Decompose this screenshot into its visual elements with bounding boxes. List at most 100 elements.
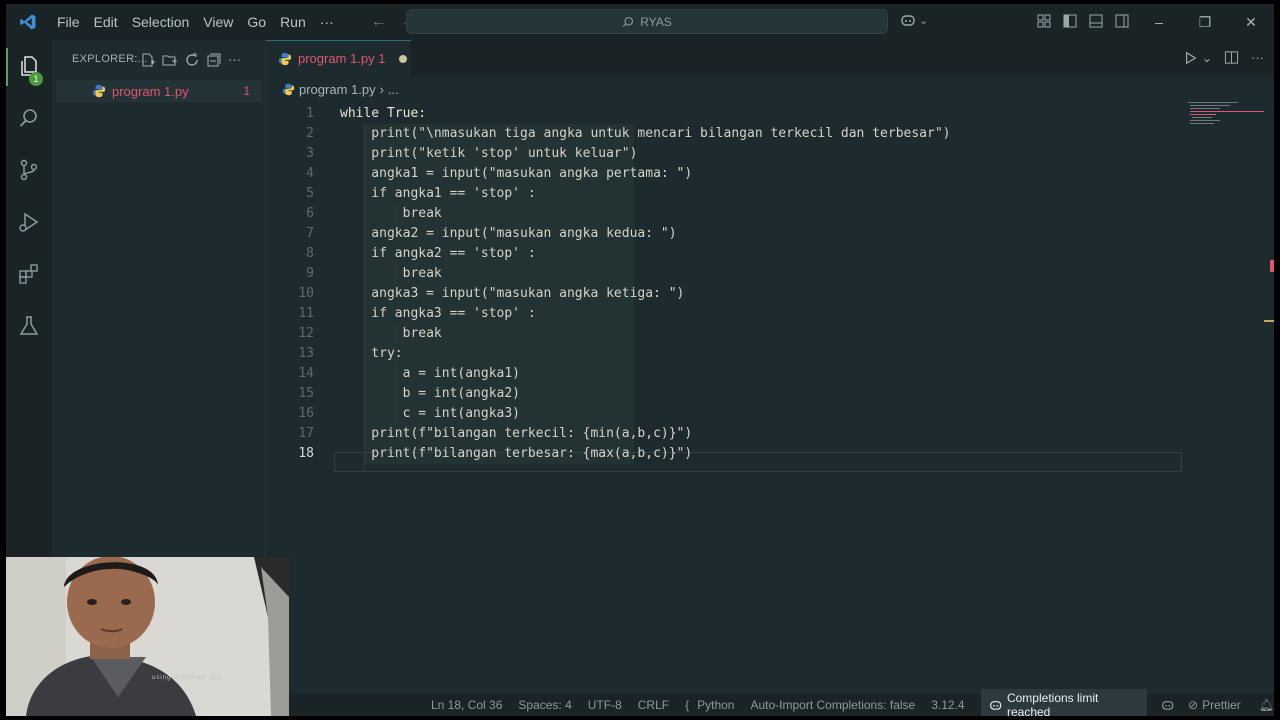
minimap[interactable] [1186,100,1266,140]
explorer-actions: ··· [140,52,241,68]
toggle-panel-icon[interactable] [1088,13,1104,29]
toggle-sidebar-icon[interactable] [1062,13,1078,29]
file-item-program-1-py[interactable]: program 1.py 1 [56,80,262,102]
menu-run[interactable]: Run [273,14,313,30]
minimize-icon[interactable]: – [1136,12,1182,32]
source-control-icon[interactable] [17,158,41,182]
completions-label: Completions limit reached [1006,691,1099,716]
chevron-down-icon[interactable]: ⌄ [1202,51,1212,65]
code-text: b = int(angka2) [340,386,521,401]
notifications-bell-icon[interactable]: 🔔︎ [1259,698,1274,712]
line-number: 11 [298,306,314,321]
run-python-file-icon[interactable] [1184,51,1198,65]
problem-count-badge: 1 [243,84,250,98]
code-line: 9 break [266,264,1274,284]
more-actions-icon[interactable]: ··· [1251,50,1264,65]
code-line: 8 if angka2 == 'stop' : [266,244,1274,264]
testing-icon[interactable] [17,314,41,338]
line-number: 15 [298,386,314,401]
breadcrumb-file[interactable]: program 1.py [299,82,376,97]
code-text: print(f"bilangan terkecil: {min(a,b,c)}"… [340,426,693,441]
indentation[interactable]: Spaces: 4 [518,698,571,712]
breadcrumb-symbol[interactable]: ... [388,82,399,97]
code-line: 2 print("\nmasukan tiga angka untuk menc… [266,124,1274,144]
code-line: 14 a = int(angka1) [266,364,1274,384]
copilot-status-icon[interactable] [1161,698,1174,712]
tab-program-1-py[interactable]: program 1.py 1 [266,40,411,76]
extensions-icon[interactable] [17,262,41,286]
back-arrow-icon[interactable]: ← [371,13,387,31]
toggle-secondary-sidebar-icon[interactable] [1114,13,1130,29]
menu-bar: File Edit Selection View Go Run ··· [50,14,341,30]
title-bar: File Edit Selection View Go Run ··· ← → … [6,4,1274,40]
line-number: 10 [298,286,314,301]
code-text: print(f"bilangan terbesar: {max(a,b,c)}"… [340,446,693,461]
line-number: 4 [306,166,314,181]
explorer-badge: 1 [29,72,43,86]
menu-file[interactable]: File [50,14,87,30]
layout-controls [1036,13,1130,29]
cursor-position[interactable]: Ln 18, Col 36 [431,698,502,712]
line-number: 6 [306,206,314,221]
menu-view[interactable]: View [196,14,240,30]
close-icon[interactable]: ✕ [1228,12,1274,32]
split-editor-icon[interactable] [1224,50,1239,65]
customize-layout-icon[interactable] [1036,13,1052,29]
encoding[interactable]: UTF-8 [588,698,622,712]
language-label: Python [697,698,735,712]
breadcrumb: program 1.py › ... [266,76,1274,102]
collapse-all-icon[interactable] [206,52,222,68]
prettier-status[interactable]: ⊘ Prettier [1188,698,1241,712]
vscode-logo-icon [6,4,50,40]
code-text: while True: [340,106,427,121]
code-line: 17 print(f"bilangan terkecil: {min(a,b,c… [266,424,1274,444]
braces-icon: { [685,698,690,712]
copilot-button[interactable]: ⌄ [900,12,928,28]
search-icon[interactable] [17,106,41,130]
python-file-icon [282,83,295,95]
editor-group: program 1.py 1 ⌄ ··· program 1.py › ... [266,40,1274,694]
new-file-icon[interactable] [140,52,156,68]
line-number: 2 [306,126,314,141]
tab-label: program 1.py 1 [298,51,386,66]
line-number: 13 [298,346,314,361]
webcam-person-image [6,557,289,716]
menu-edit[interactable]: Edit [87,14,125,30]
new-folder-icon[interactable] [162,52,178,68]
code-line: 4 angka1 = input("masukan angka pertama:… [266,164,1274,184]
menu-selection[interactable]: Selection [125,14,197,30]
completions-status[interactable]: Completions limit reached [980,689,1147,716]
more-actions-icon[interactable]: ··· [228,52,241,68]
code-line: 6 break [266,204,1274,224]
code-text: break [340,206,442,221]
scrollbar-error-marker [1270,260,1274,272]
refresh-icon[interactable] [184,52,200,68]
menu-more[interactable]: ··· [313,14,341,30]
python-version[interactable]: 3.12.4 [931,698,964,712]
run-debug-icon[interactable] [17,210,41,234]
unsaved-dot-icon[interactable] [399,54,408,63]
copilot-icon [989,701,1001,710]
line-ending[interactable]: CRLF [638,698,669,712]
prettier-label: Prettier [1202,698,1241,712]
chevron-right-icon: › [379,81,384,97]
code-text: c = int(angka3) [340,406,521,421]
search-icon [622,16,634,27]
file-name: program 1.py [112,83,189,99]
code-editor[interactable]: 1 while True: 2 print("\nmasukan tiga ang… [266,104,1274,694]
command-center-text: RYAS [640,14,672,29]
restore-icon[interactable]: ❐ [1182,12,1228,32]
code-text: angka1 = input("masukan angka pertama: "… [340,166,693,181]
line-number: 9 [306,266,314,281]
webcam-caption: using droidcam app [152,675,223,681]
language-mode[interactable]: { Python [685,698,734,712]
auto-import-status[interactable]: Auto-Import Completions: false [750,698,915,712]
code-line: 12 break [266,324,1274,344]
editor-actions: ⌄ ··· [1184,50,1264,65]
tab-bar: program 1.py 1 ⌄ ··· [266,40,1274,76]
line-number: 14 [298,366,314,381]
code-text: if angka2 == 'stop' : [340,246,536,261]
menu-go[interactable]: Go [240,14,273,30]
command-center-search[interactable]: RYAS [406,9,888,34]
code-text: if angka1 == 'stop' : [340,186,536,201]
